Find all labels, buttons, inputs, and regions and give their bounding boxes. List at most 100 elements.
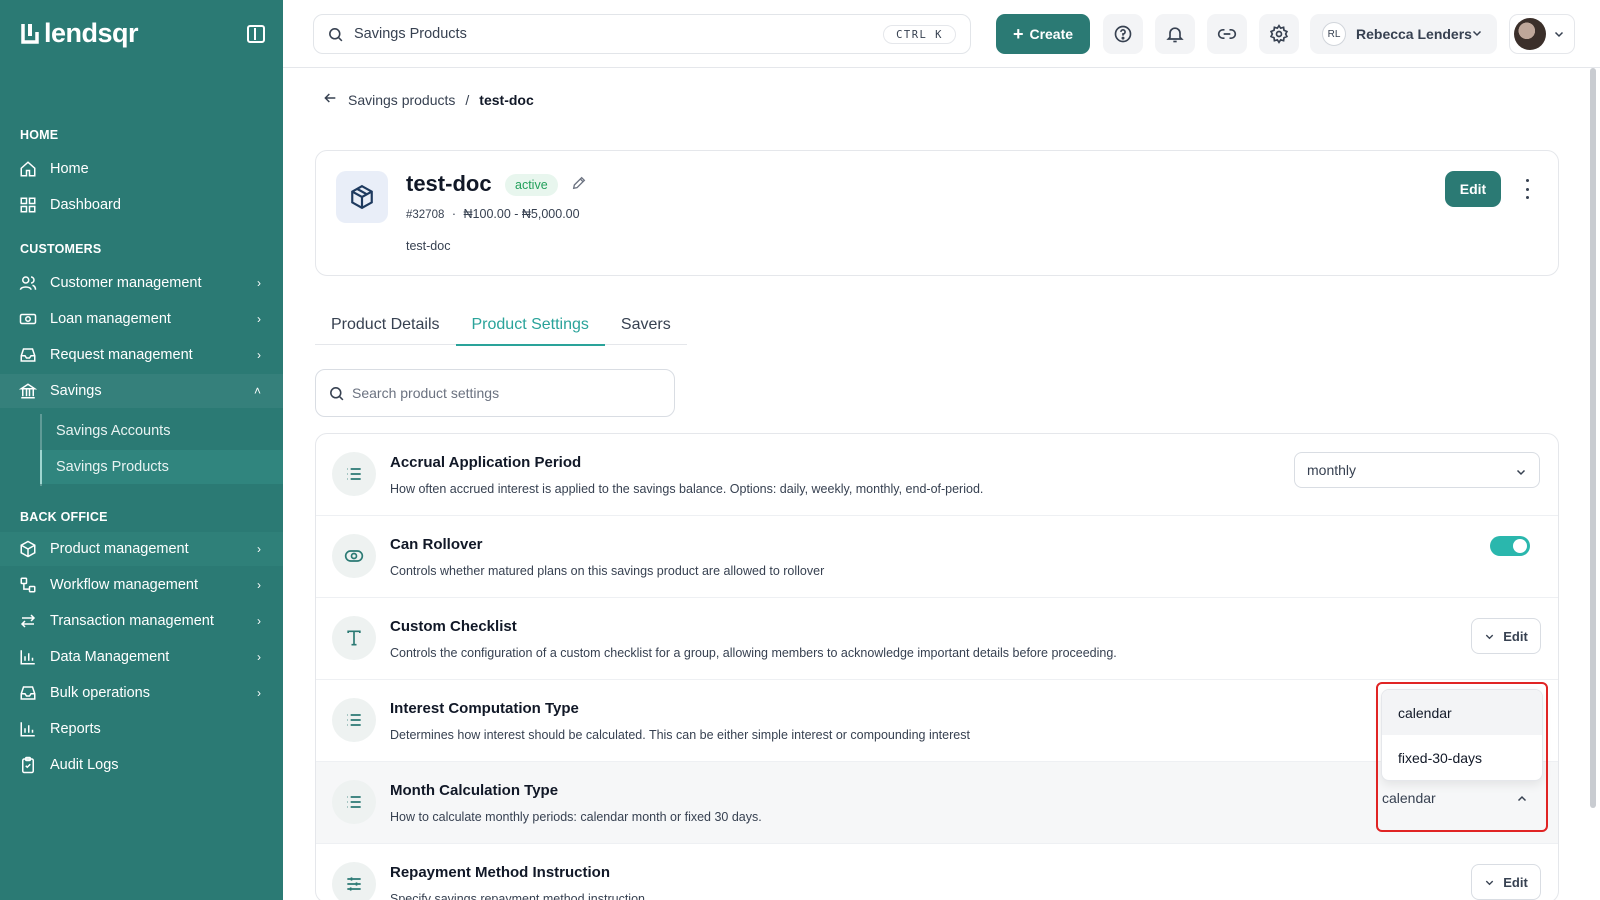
sidebar-item-label: Audit Logs — [50, 757, 119, 773]
sidebar-item-label: Customer management — [50, 275, 202, 291]
chevron-down-icon — [1553, 27, 1565, 45]
meta-separator: · — [451, 207, 457, 221]
product-description: test-doc — [406, 239, 451, 253]
sidebar-item-label: Product management — [50, 541, 189, 557]
setting-row-interest-computation-type: Interest Computation Type Determines how… — [316, 680, 1558, 762]
product-tabs: Product Details Product Settings Savers — [315, 305, 687, 346]
sidebar-item-label: Data Management — [50, 649, 170, 665]
inbox-icon — [18, 683, 38, 703]
clipboard-icon — [18, 755, 38, 775]
back-arrow-icon[interactable] — [322, 90, 338, 109]
search-icon — [327, 26, 344, 47]
shortcut-hint: CTRL K — [883, 25, 956, 44]
can-rollover-toggle[interactable] — [1490, 536, 1530, 556]
breadcrumb-parent[interactable]: Savings products — [348, 92, 455, 108]
setting-row-can-rollover: Can Rollover Controls whether matured pl… — [316, 516, 1558, 598]
logo-text: lendsqr — [44, 18, 139, 48]
workflow-icon — [18, 575, 38, 595]
global-search-input[interactable]: Savings Products CTRL K — [313, 14, 971, 54]
sidebar-item-label: Workflow management — [50, 577, 199, 593]
edit-label: Edit — [1503, 628, 1528, 644]
accrual-period-select[interactable]: monthly — [1294, 452, 1540, 488]
settings-search-input[interactable]: Search product settings — [315, 369, 675, 417]
sidebar-item-product-management[interactable]: Product management › — [0, 532, 283, 566]
setting-title: Interest Computation Type — [390, 700, 579, 717]
list-icon — [332, 780, 376, 824]
more-options-icon[interactable] — [1521, 179, 1533, 199]
edit-product-button[interactable]: Edit — [1445, 171, 1501, 207]
chevron-right-icon: › — [257, 650, 261, 664]
sidebar-item-customer-management[interactable]: Customer management › — [0, 266, 283, 300]
sidebar-item-savings-products[interactable]: Savings Products — [40, 450, 283, 484]
create-label: Create — [1029, 26, 1074, 42]
sidebar-item-label: Home — [50, 161, 89, 177]
collapse-sidebar-icon[interactable] — [247, 25, 265, 43]
chevron-right-icon: › — [257, 312, 261, 326]
page-scrollbar[interactable] — [1590, 68, 1596, 808]
sidebar-item-label: Request management — [50, 347, 193, 363]
setting-title: Can Rollover — [390, 536, 483, 553]
box-icon — [18, 539, 38, 559]
sidebar-item-audit-logs[interactable]: Audit Logs — [0, 748, 283, 782]
setting-description: Controls whether matured plans on this s… — [390, 564, 825, 578]
avatar — [1514, 18, 1546, 50]
breadcrumb: Savings products / test-doc — [322, 90, 534, 109]
help-button[interactable] — [1103, 14, 1143, 54]
setting-title: Month Calculation Type — [390, 782, 559, 799]
pencil-icon[interactable] — [571, 175, 587, 196]
sidebar-item-label: Reports — [50, 721, 101, 737]
chevron-right-icon: › — [257, 614, 261, 628]
setting-row-custom-checklist: Custom Checklist Controls the configurat… — [316, 598, 1558, 680]
lendsqr-logo[interactable]: lendsqr — [20, 18, 139, 49]
user-menu-button[interactable]: RL Rebecca Lenders — [1310, 14, 1497, 54]
dashboard-icon — [18, 195, 38, 215]
sidebar-item-label: Transaction management — [50, 613, 214, 629]
sidebar-item-data-management[interactable]: Data Management › — [0, 640, 283, 674]
sidebar-item-reports[interactable]: Reports — [0, 712, 283, 746]
sidebar-item-dashboard[interactable]: Dashboard — [0, 188, 283, 222]
edit-label: Edit — [1503, 874, 1528, 890]
chevron-right-icon: › — [257, 276, 261, 290]
notifications-button[interactable] — [1155, 14, 1195, 54]
sidebar-item-savings[interactable]: Savings ˄ — [0, 374, 283, 408]
product-name: test-doc — [406, 171, 492, 196]
sidebar-item-savings-accounts[interactable]: Savings Accounts — [42, 414, 285, 448]
tab-savers[interactable]: Savers — [605, 305, 687, 345]
setting-description: How often accrued interest is applied to… — [390, 482, 984, 496]
bell-icon — [1166, 27, 1184, 43]
tab-product-settings[interactable]: Product Settings — [455, 305, 606, 346]
tab-product-details[interactable]: Product Details — [315, 305, 456, 345]
custom-checklist-edit-button[interactable]: Edit — [1471, 618, 1541, 654]
sidebar-item-bulk-operations[interactable]: Bulk operations › — [0, 676, 283, 710]
product-meta: #32708 · ₦100.00 - ₦5,000.00 — [406, 207, 580, 221]
link-icon — [1217, 29, 1237, 39]
eye-icon — [332, 534, 376, 578]
setting-title: Repayment Method Instruction — [390, 864, 611, 881]
sidebar-item-request-management[interactable]: Request management › — [0, 338, 283, 372]
sidebar-item-loan-management[interactable]: Loan management › — [0, 302, 283, 336]
list-icon — [332, 698, 376, 742]
repayment-method-edit-button[interactable]: Edit — [1471, 864, 1541, 900]
sidebar-item-workflow-management[interactable]: Workflow management › — [0, 568, 283, 602]
settings-button[interactable] — [1259, 14, 1299, 54]
sidebar-item-home[interactable]: Home — [0, 152, 283, 186]
link-button[interactable] — [1207, 14, 1247, 54]
status-badge: active — [505, 174, 558, 196]
search-value: Savings Products — [354, 26, 467, 42]
avatar-menu-button[interactable] — [1509, 14, 1575, 54]
sidebar-item-transaction-management[interactable]: Transaction management › — [0, 604, 283, 638]
breadcrumb-separator: / — [465, 91, 470, 108]
create-button[interactable]: + Create — [996, 14, 1090, 54]
product-range: ₦100.00 - ₦5,000.00 — [463, 207, 580, 221]
bank-icon — [18, 381, 38, 401]
home-icon — [18, 159, 38, 179]
sidebar: lendsqr HOME Home Dashboard CUSTOMERS Cu… — [0, 0, 283, 900]
list-icon — [332, 452, 376, 496]
product-header-card: test-doc active #32708 · ₦100.00 - ₦5,00… — [315, 150, 1559, 276]
text-icon — [332, 616, 376, 660]
setting-description: Controls the configuration of a custom c… — [390, 646, 1117, 660]
gear-icon — [1269, 24, 1289, 44]
sidebar-item-label: Dashboard — [50, 197, 121, 213]
section-back-office: BACK OFFICE — [20, 510, 108, 524]
chevron-down-icon — [1486, 880, 1494, 885]
